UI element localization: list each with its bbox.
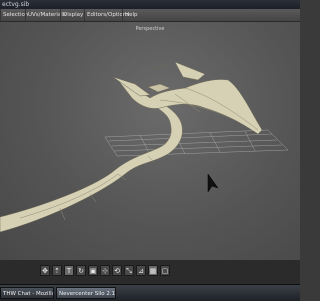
rotate-icon[interactable]: ↻ bbox=[76, 265, 86, 276]
ground-grid bbox=[104, 129, 289, 157]
frame-icon[interactable]: ▢ bbox=[160, 265, 170, 276]
axis-scale-icon[interactable]: ⤡ bbox=[124, 265, 134, 276]
menubar: Selection UVs/Materials Display Editors/… bbox=[0, 9, 300, 22]
scene-canvas[interactable] bbox=[0, 22, 300, 260]
model-horn-top bbox=[147, 83, 171, 93]
window-title: ectvg.sib bbox=[2, 1, 30, 8]
bottom-toolbar: ✥ ⇡ T ↻ ▣ ⊹ ⟲ ⤡ ⊿ ▦ ▢ bbox=[0, 260, 300, 284]
model-stalk bbox=[0, 99, 183, 233]
perspective-viewport[interactable]: Perspective bbox=[0, 22, 300, 260]
window-titlebar: ectvg.sib bbox=[0, 0, 300, 9]
menu-help[interactable]: Help bbox=[122, 9, 140, 21]
hand-icon[interactable]: ✥ bbox=[40, 265, 50, 276]
menu-display[interactable]: Display bbox=[60, 9, 85, 21]
model-horn-back bbox=[174, 61, 206, 81]
text-icon[interactable]: T bbox=[64, 265, 74, 276]
grid-icon[interactable]: ▦ bbox=[148, 265, 158, 276]
taskbar-item-silo[interactable]: Nevercenter Silo 2.1 ... bbox=[56, 287, 116, 299]
axis-move-icon[interactable]: ⊹ bbox=[100, 265, 110, 276]
axis-rotate-icon[interactable]: ⟲ bbox=[112, 265, 122, 276]
select-icon[interactable]: ⇡ bbox=[52, 265, 62, 276]
taskbar: THW Chat - Mozilla ... Nevercenter Silo … bbox=[0, 284, 300, 301]
component-icon[interactable]: ⊿ bbox=[136, 265, 146, 276]
cube-icon[interactable]: ▣ bbox=[88, 265, 98, 276]
cursor-icon bbox=[207, 173, 219, 193]
taskbar-item-chat[interactable]: THW Chat - Mozilla ... bbox=[0, 287, 54, 299]
